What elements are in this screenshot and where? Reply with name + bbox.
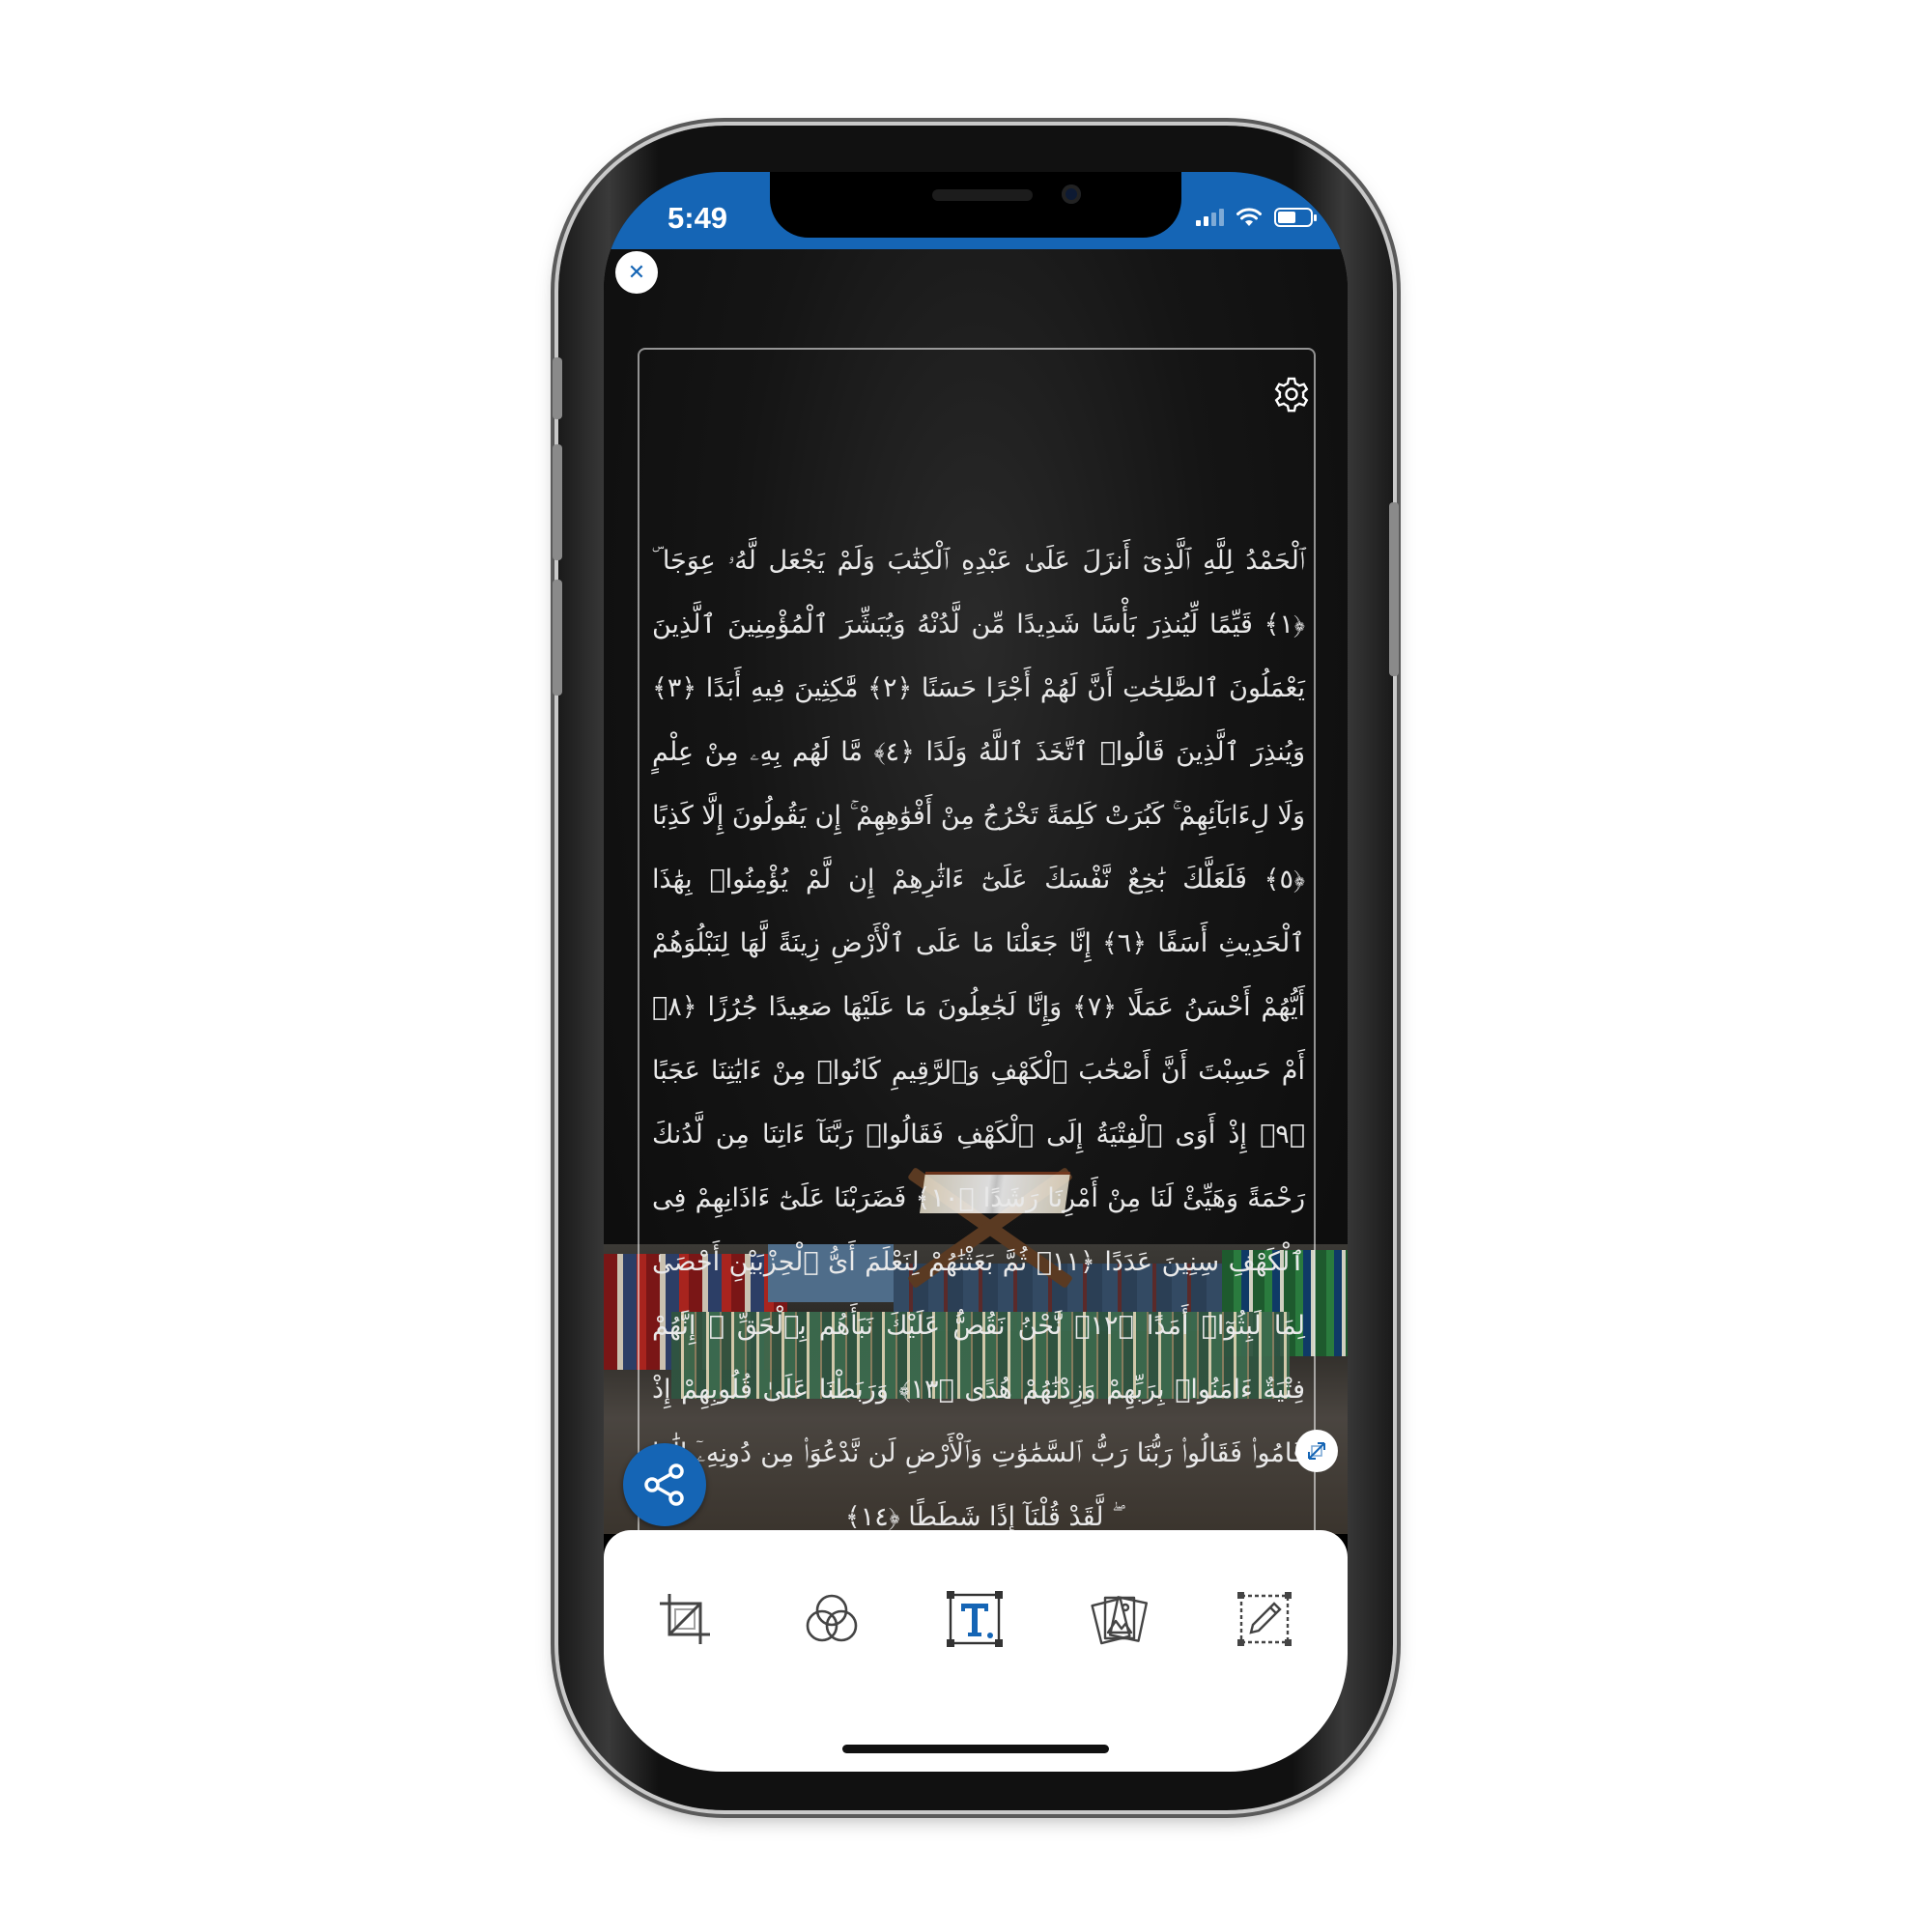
editor-canvas[interactable]: ٱلْحَمْدُ لِلَّهِ ٱلَّذِىٓ أَنزَلَ عَلَى… xyxy=(604,249,1348,1538)
close-icon[interactable]: ✕ xyxy=(615,251,658,294)
status-icons xyxy=(1196,207,1317,228)
notch xyxy=(770,172,1181,238)
image-gallery-icon xyxy=(1091,1596,1149,1645)
signal-icon xyxy=(1196,209,1224,226)
edit-icon xyxy=(1237,1592,1292,1646)
status-time: 5:49 xyxy=(668,201,728,235)
resize-icon[interactable] xyxy=(1295,1430,1338,1472)
filters-icon xyxy=(806,1594,858,1642)
home-indicator[interactable] xyxy=(842,1745,1109,1753)
wifi-icon xyxy=(1236,208,1262,226)
tool-crop[interactable] xyxy=(652,1586,718,1652)
battery-level xyxy=(1278,212,1295,223)
share-button[interactable] xyxy=(623,1443,706,1526)
phone-screen: 5:49 ٱلْحَمْدُ لِلَّهِ ٱلَّذِىٓ أَنزَلَ … xyxy=(604,172,1348,1772)
resize-glyph xyxy=(1308,1442,1325,1460)
text-icon xyxy=(947,1591,1003,1647)
volume-up-button xyxy=(553,444,562,560)
verse-block: ٱلْحَمْدُ لِلَّهِ ٱلَّذِىٓ أَنزَلَ عَلَى… xyxy=(652,546,1306,1532)
tool-text[interactable] xyxy=(942,1586,1008,1652)
tool-backgrounds[interactable] xyxy=(1087,1586,1152,1652)
editor-toolbar xyxy=(604,1530,1348,1772)
power-button xyxy=(1389,502,1399,676)
silent-switch xyxy=(553,357,562,419)
battery-icon xyxy=(1274,208,1317,227)
gear-icon[interactable] xyxy=(1272,375,1311,413)
crop-icon xyxy=(660,1594,710,1644)
share-icon xyxy=(644,1463,684,1506)
status-bar: 5:49 xyxy=(604,172,1348,249)
volume-down-button xyxy=(553,580,562,696)
quran-verses-text[interactable]: ٱلْحَمْدُ لِلَّهِ ٱلَّذِىٓ أَنزَلَ عَلَى… xyxy=(652,529,1305,1549)
earpiece-speaker xyxy=(932,189,1033,201)
tool-edit[interactable] xyxy=(1232,1586,1297,1652)
front-camera xyxy=(1062,185,1081,204)
tool-filters[interactable] xyxy=(799,1586,865,1652)
